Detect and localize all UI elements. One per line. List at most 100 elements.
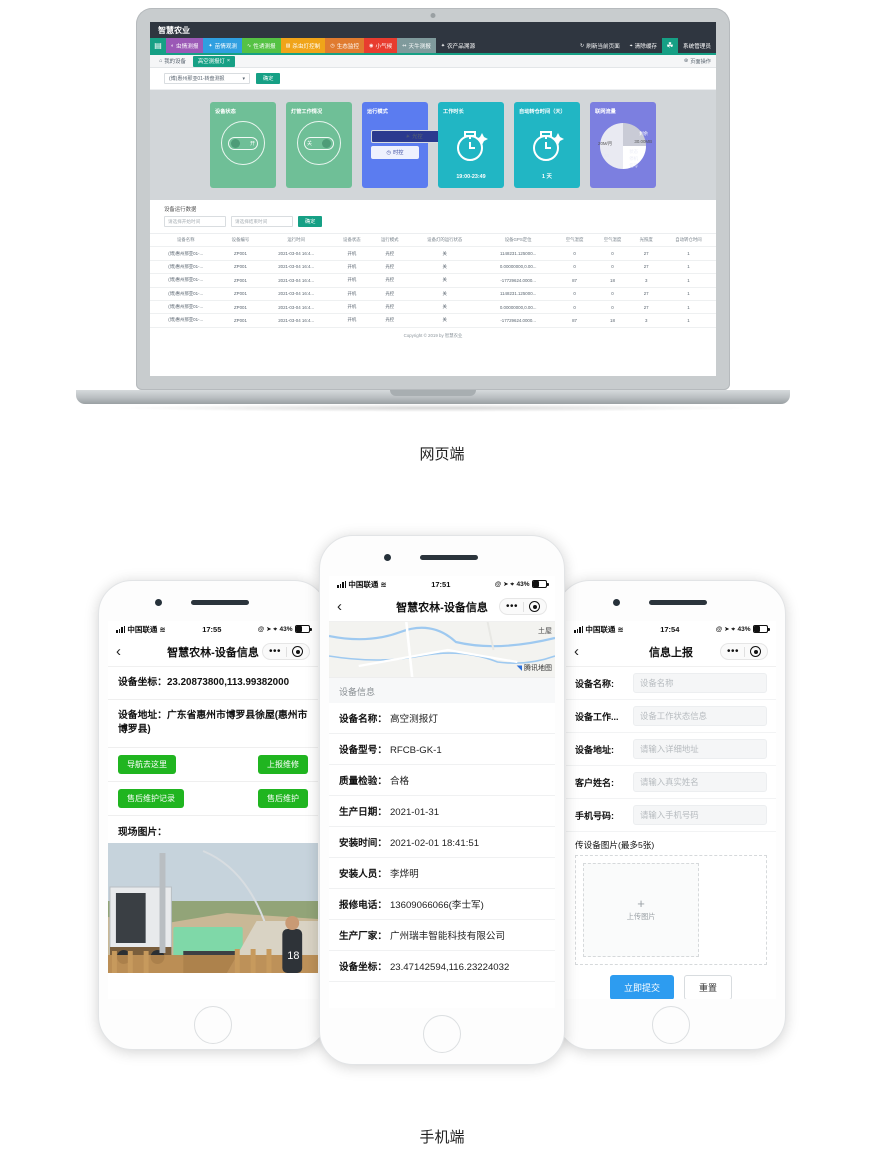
nav-item-8[interactable]: ✦ 农产品溯源 [435, 38, 481, 53]
user-avatar-icon[interactable]: ☘ [662, 38, 679, 53]
status-card-1[interactable]: 设备状态开 [210, 102, 276, 188]
upload-area[interactable]: + 上传图片 [575, 855, 767, 965]
more-dots-icon[interactable]: ••• [506, 601, 518, 611]
table-row[interactable]: (博)惠州那亚01-... ZP001 2021-03-04 16:4... 开机 光控… [150, 260, 716, 275]
nav-item-label: 农产品溯源 [447, 43, 476, 50]
table-row[interactable]: (博)惠州那亚01-... ZP001 2021-03-04 16:4... 开机 光控… [150, 273, 716, 288]
mode-option-2[interactable]: ◷ 时控 [371, 146, 419, 159]
status-card-5[interactable]: 自动转仓时间（天） 1 天 [514, 102, 580, 188]
wave-icon: ∿ [247, 42, 252, 49]
date-to-input[interactable]: 请选择结束时间 [231, 216, 293, 227]
status-card-4[interactable]: 工作时长 19:00-23:49 [438, 102, 504, 188]
target-circle-icon[interactable] [292, 646, 303, 657]
table-row[interactable]: (博)惠州那亚01-... ZP001 2021-03-04 16:4... 开机 光控… [150, 313, 716, 328]
form-input-1[interactable]: 设备名称 [633, 673, 767, 693]
target-circle-icon[interactable] [750, 646, 761, 657]
site-photo[interactable]: 18 [108, 842, 318, 973]
device-info-row: 生产厂家： 广州瑞丰智能科技有限公司 [329, 920, 555, 951]
info-value: RFCB-GK-1 [389, 745, 442, 756]
refresh-icon: ↻ [580, 42, 585, 49]
target-icon: ◉ [369, 42, 374, 49]
info-value: 23.20873800,113.99382000 [166, 677, 290, 688]
after-sales-button[interactable]: 售后维护 [258, 788, 308, 808]
nav-item-6[interactable]: ◉ 小气候 [364, 38, 398, 53]
chevron-left-icon[interactable]: ‹ [337, 599, 342, 614]
form-input-2[interactable]: 设备工作状态信息 [633, 706, 767, 726]
table-row[interactable]: (博)惠州那亚01-... ZP001 2021-03-04 16:4... 开机 光控… [150, 287, 716, 301]
plus-icon: + [637, 895, 645, 911]
nav-item-5[interactable]: ◷ 生态监控 [325, 38, 365, 53]
clock-label: 17:55 [202, 624, 222, 634]
info-key: 设备名称： [339, 714, 387, 725]
pie-value-state: 停机 [629, 156, 638, 161]
home-button[interactable] [194, 1006, 232, 1044]
form-row-4: 客户姓名: 请输入真实姓名 [566, 766, 776, 799]
web-tab-1[interactable]: ⌂ 我的设备 [154, 56, 191, 67]
upload-dropzone[interactable]: + 上传图片 [583, 863, 700, 957]
chevron-left-icon[interactable]: ‹ [116, 644, 121, 659]
pie-label-signal: 信号 [629, 163, 638, 168]
nav-action-1[interactable]: ↻ 刷新当前页面 [575, 38, 625, 53]
status-icons: @ ➤ ⌖ [494, 580, 514, 588]
grid-icon[interactable]: ▤ [150, 38, 166, 53]
close-icon[interactable]: × [227, 58, 230, 64]
device-location-map[interactable]: 土屋 ◥ 腾讯地图 [329, 622, 555, 678]
table-cell: 关 [408, 300, 481, 315]
power-toggle[interactable]: 关 [304, 136, 334, 150]
nav-item-4[interactable]: ▨ 杀虫灯控制 [280, 38, 326, 53]
info-key: 质量检验： [339, 776, 387, 787]
nav-item-2[interactable]: ✦ 苗情观测 [203, 38, 243, 53]
account-label[interactable]: 系统管理员 [678, 38, 716, 53]
chevron-left-icon[interactable]: ‹ [574, 644, 579, 659]
form-label: 设备工作... [575, 711, 619, 722]
date-from-input[interactable]: 请选择开始时间 [164, 216, 226, 227]
nav-item-1[interactable]: ◐ 虫情测报 [166, 38, 204, 53]
mini-program-capsule[interactable]: ••• [498, 598, 547, 615]
page-actions[interactable]: ⊛ 页面操作 [684, 58, 711, 65]
info-key: 设备坐标： [118, 677, 167, 688]
nav-item-3[interactable]: ∿ 性诱测报 [242, 38, 281, 53]
form-input-3[interactable]: 请输入详细地址 [633, 739, 767, 759]
card-value: 19:00-23:49 [456, 174, 486, 180]
reset-button[interactable]: 重置 [684, 975, 733, 999]
status-card-2[interactable]: 灯管工作情况关 [286, 102, 352, 188]
form-input-5[interactable]: 请输入手机号码 [633, 805, 767, 825]
camera-icon [155, 599, 162, 606]
info-value: 23.47142594,116.23224032 [389, 962, 510, 973]
table-cell: 1 [660, 260, 716, 275]
report-repair-button[interactable]: 上报维修 [258, 754, 308, 774]
table-row[interactable]: (博)惠州那亚01-... ZP001 2021-03-04 16:4... 开机 光控… [150, 246, 716, 261]
home-button[interactable] [652, 1006, 690, 1044]
form-input-4[interactable]: 请输入真实姓名 [633, 772, 767, 792]
page-actions-label: 页面操作 [690, 58, 711, 65]
carrier-label: 中国联通 [127, 624, 158, 634]
submit-button[interactable]: 立即提交 [609, 975, 674, 999]
navigate-here-button[interactable]: 导航去这里 [118, 754, 176, 774]
more-dots-icon[interactable]: ••• [269, 646, 281, 656]
signal-icon [574, 625, 584, 633]
more-dots-icon[interactable]: ••• [727, 646, 739, 656]
web-tab-2[interactable]: 高空测报灯 × [192, 55, 235, 67]
nav-item-7[interactable]: ↭ 天牛测报 [397, 38, 436, 53]
status-card-3[interactable]: 运行模式 ☀ 光控 ◷ 时控 [362, 102, 457, 188]
mode-option-label: 时控 [393, 150, 404, 156]
maintenance-record-button[interactable]: 售后维护记录 [118, 788, 184, 808]
web-tab-bar: ⌂ 我的设备 高空测报灯 × ⊛ 页面操作 [150, 55, 716, 68]
mini-program-capsule[interactable]: ••• [261, 643, 310, 660]
target-circle-icon[interactable] [529, 601, 540, 612]
date-confirm-button[interactable]: 确定 [298, 216, 323, 227]
table-cell: 27 [631, 246, 661, 261]
table-row[interactable]: (博)惠州那亚01-... ZP001 2021-03-04 16:4... 开机 光控… [150, 300, 716, 315]
power-toggle[interactable]: 开 [228, 136, 258, 150]
filter-confirm-button[interactable]: 确定 [256, 73, 281, 84]
device-select[interactable]: (博)惠州那亚01-转盘测报 ▾ [164, 73, 250, 84]
table-cell: 2021-03-04 16:4... [259, 300, 333, 315]
nav-item-label: 性诱测报 [253, 43, 276, 50]
mini-program-capsule[interactable]: ••• [719, 643, 768, 660]
laptop-screen: 智慧农业 ▤ ◐ 虫情测报 ✦ 苗情观测 ∿ 性诱测报 ▨ 杀虫灯控制 ◷ 生态监控 ◉ 小气候 ↭ 天牛… [150, 22, 716, 376]
table-cell: 2021-03-04 16:4... [259, 287, 333, 301]
nav-action-2[interactable]: ⌖ 清除缓存 [625, 38, 662, 53]
status-card-6[interactable]: 联网流量 20M/月 剩余 30.00MB 40 状态 停机 信号 [590, 102, 656, 188]
wifi-icon: ≋ [159, 624, 166, 634]
home-button[interactable] [423, 1015, 461, 1053]
